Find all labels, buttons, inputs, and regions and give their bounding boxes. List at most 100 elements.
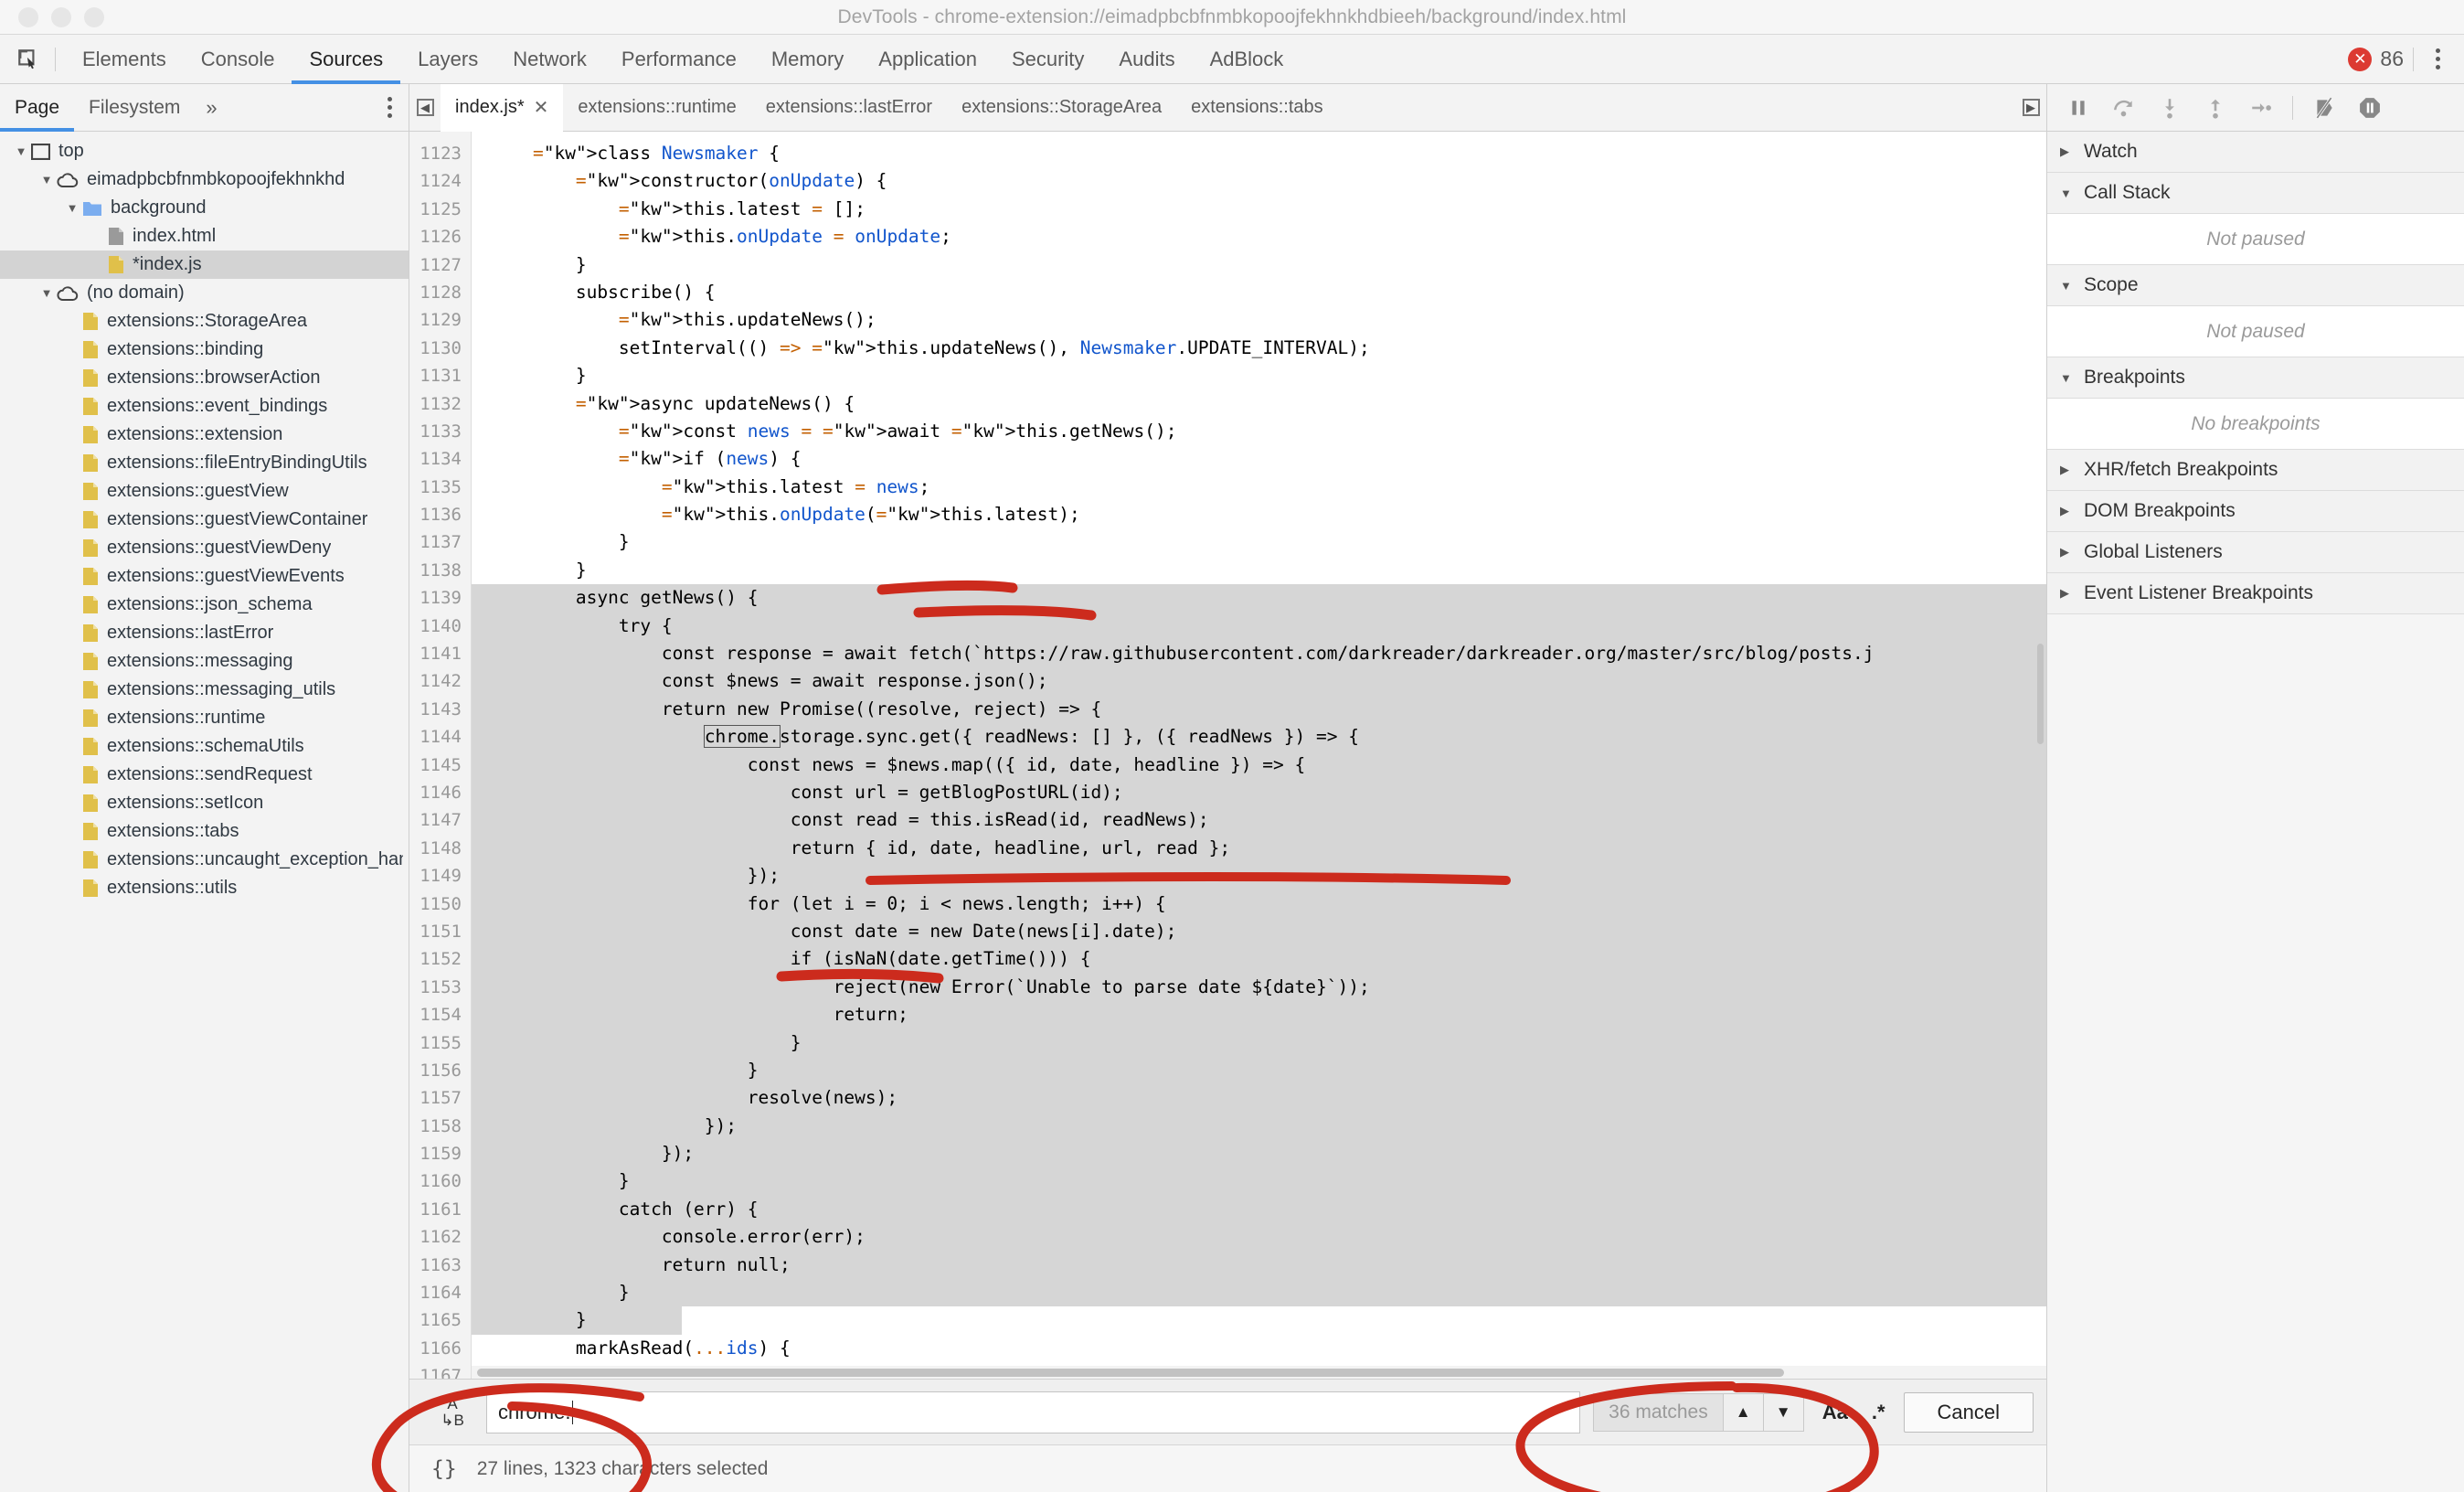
line-number[interactable]: 1150 <box>409 890 471 918</box>
code-line[interactable]: const url = getBlogPostURL(id); <box>472 778 2046 807</box>
maximize-window-button[interactable] <box>84 6 104 27</box>
code-line[interactable]: const response = await fetch(`https://ra… <box>472 640 2046 668</box>
file-tree-item[interactable]: extensions::tabs <box>0 817 409 846</box>
cancel-button[interactable]: Cancel <box>1903 1391 2034 1433</box>
code-line[interactable]: return { id, date, headline, url, read }… <box>472 834 2046 863</box>
code-line[interactable]: } <box>472 251 2046 279</box>
code-line[interactable]: } <box>472 1056 2046 1085</box>
file-tree-item[interactable]: extensions::schemaUtils <box>0 732 409 761</box>
code-line[interactable]: }); <box>472 1112 2046 1141</box>
code-line[interactable]: } <box>472 1028 2046 1057</box>
step-over-icon[interactable] <box>2104 88 2144 128</box>
line-number[interactable]: 1152 <box>409 945 471 973</box>
line-number[interactable]: 1161 <box>409 1196 471 1223</box>
file-tree-item[interactable]: extensions::uncaught_exception_handler <box>0 846 409 874</box>
line-number[interactable]: 1164 <box>409 1279 471 1306</box>
step-out-icon[interactable] <box>2195 88 2236 128</box>
code-line[interactable]: ="kw">this.onUpdate(="kw">this.latest); <box>472 501 2046 528</box>
pause-resume-icon[interactable] <box>2058 88 2098 128</box>
code-line[interactable]: resolve(news); <box>472 1084 2046 1113</box>
window-controls[interactable] <box>0 6 104 27</box>
editor-tab-index-js[interactable]: index.js* ✕ <box>441 83 564 132</box>
tab-security[interactable]: Security <box>994 35 1101 84</box>
line-number[interactable]: 1163 <box>409 1252 471 1279</box>
file-tree-item[interactable]: extensions::json_schema <box>0 591 409 619</box>
replace-ab-icon[interactable]: A ↳B <box>431 1395 473 1429</box>
line-number[interactable]: 1127 <box>409 251 471 279</box>
navigator-more-tabs-icon[interactable]: » <box>195 96 228 120</box>
match-case-toggle[interactable]: Aa <box>1817 1401 1853 1424</box>
code-line[interactable]: const news = $news.map(({ id, date, head… <box>472 751 2046 779</box>
debugger-section-xhr-fetch-breakpoints[interactable]: ▶ XHR/fetch Breakpoints <box>2047 450 2464 491</box>
file-tree-item[interactable]: extensions::guestView <box>0 477 409 506</box>
file-tree-item[interactable]: extensions::guestViewContainer <box>0 506 409 534</box>
line-number[interactable]: 1159 <box>409 1140 471 1167</box>
chevron-down-icon[interactable]: ▼ <box>1762 1393 1803 1431</box>
line-number[interactable]: 1126 <box>409 223 471 250</box>
code-line[interactable]: subscribe() { <box>472 279 2046 306</box>
debugger-section-dom-breakpoints[interactable]: ▶ DOM Breakpoints <box>2047 491 2464 532</box>
debugger-section-call-stack[interactable]: ▼ Call Stack <box>2047 173 2464 214</box>
error-count-badge[interactable]: ✕ 86 <box>2348 47 2404 71</box>
line-number[interactable]: 1132 <box>409 390 471 418</box>
file-tree-item[interactable]: extensions::setIcon <box>0 789 409 817</box>
code-line[interactable]: ="kw">constructor(onUpdate) { <box>472 167 2046 195</box>
code-line[interactable]: }); <box>472 862 2046 890</box>
line-number[interactable]: 1136 <box>409 501 471 528</box>
search-input[interactable]: chrome. <box>486 1391 1581 1433</box>
code-line[interactable]: ="kw">this.updateNews(); <box>472 306 2046 334</box>
file-tree-item[interactable]: ▼ background <box>0 194 409 222</box>
file-tree-item[interactable]: extensions::sendRequest <box>0 761 409 789</box>
file-tree-item[interactable]: extensions::messaging_utils <box>0 676 409 704</box>
file-tree-item[interactable]: ▼ (no domain) <box>0 279 409 307</box>
chevron-right-box-icon[interactable]: ▶ <box>2015 84 2046 132</box>
file-tree-item[interactable]: extensions::fileEntryBindingUtils <box>0 449 409 477</box>
editor-tab-extensions-tabs[interactable]: extensions::tabs <box>1176 84 1338 132</box>
code-line[interactable]: const $news = await response.json(); <box>472 667 2046 696</box>
inspect-element-icon[interactable] <box>11 44 46 75</box>
file-tree-item[interactable]: extensions::guestViewEvents <box>0 562 409 591</box>
file-tree-item[interactable]: extensions::utils <box>0 874 409 902</box>
code-line[interactable]: return; <box>472 1001 2046 1029</box>
line-number[interactable]: 1162 <box>409 1223 471 1251</box>
code-line[interactable]: const read = this.isRead(id, readNews); <box>472 806 2046 835</box>
file-tree-item[interactable]: extensions::extension <box>0 421 409 449</box>
debugger-section-event-listener-breakpoints[interactable]: ▶ Event Listener Breakpoints <box>2047 573 2464 614</box>
line-number[interactable]: 1125 <box>409 196 471 223</box>
navigator-kebab-menu-icon[interactable] <box>371 97 409 118</box>
line-number[interactable]: 1131 <box>409 362 471 389</box>
line-number[interactable]: 1123 <box>409 140 471 167</box>
code-line[interactable]: return null; <box>472 1251 2046 1280</box>
line-number[interactable]: 1138 <box>409 557 471 584</box>
code-line[interactable]: catch (err) { <box>472 1195 2046 1224</box>
tab-sources[interactable]: Sources <box>292 35 400 84</box>
code-line[interactable]: const date = new Date(news[i].date); <box>472 917 2046 946</box>
editor-tab-extensions-runtime[interactable]: extensions::runtime <box>563 84 750 132</box>
chevron-up-icon[interactable]: ▲ <box>1722 1393 1763 1431</box>
line-number[interactable]: 1154 <box>409 1001 471 1028</box>
line-number[interactable]: 1160 <box>409 1167 471 1195</box>
line-number[interactable]: 1158 <box>409 1113 471 1140</box>
code-line[interactable]: ="kw">if (news) { <box>472 445 2046 473</box>
line-number[interactable]: 1140 <box>409 613 471 640</box>
deactivate-breakpoints-icon[interactable] <box>2304 88 2344 128</box>
navigator-tab-page[interactable]: Page <box>0 84 75 132</box>
line-number[interactable]: 1149 <box>409 862 471 890</box>
code-line[interactable]: return new Promise((resolve, reject) => … <box>472 695 2046 724</box>
line-number[interactable]: 1145 <box>409 751 471 779</box>
line-number[interactable]: 1139 <box>409 584 471 612</box>
line-number[interactable]: 1134 <box>409 445 471 473</box>
pretty-print-icon[interactable]: {} <box>431 1457 457 1481</box>
step-into-icon[interactable] <box>2150 88 2190 128</box>
tab-audits[interactable]: Audits <box>1101 35 1192 84</box>
code-line[interactable]: reject(new Error(`Unable to parse date $… <box>472 973 2046 1002</box>
file-tree-item[interactable]: index.html <box>0 222 409 250</box>
triangle-down-icon[interactable]: ▼ <box>62 201 82 215</box>
code-line[interactable]: chrome.storage.sync.get({ readNews: [] }… <box>472 723 2046 751</box>
editor-tab-extensions-lasterror[interactable]: extensions::lastError <box>751 84 947 132</box>
code-editor[interactable]: 1123 1124 1125 1126 1127 1128 1129 1130 1131 1132… <box>409 132 2046 1379</box>
code-line[interactable]: ="kw">this.onUpdate = onUpdate; <box>472 223 2046 250</box>
file-tree-item[interactable]: ▼ eimadpbcbfnmbkopoojfekhnkhd <box>0 165 409 194</box>
line-number[interactable]: 1165 <box>409 1306 471 1334</box>
line-number[interactable]: 1155 <box>409 1029 471 1057</box>
